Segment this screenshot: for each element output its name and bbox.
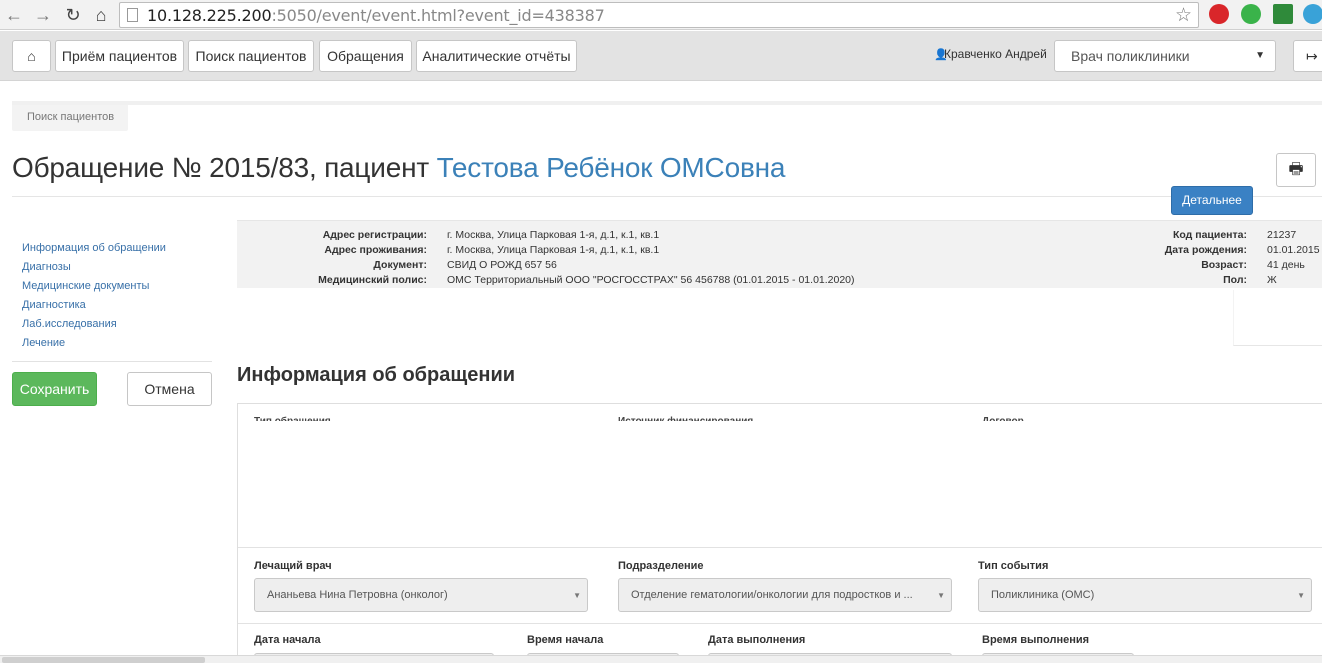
caret-down-icon: ▼ [937, 591, 945, 600]
department-select[interactable]: Отделение гематологии/онкологии для подр… [618, 578, 952, 612]
home-icon: ⌂ [27, 48, 36, 64]
divider [12, 101, 1322, 105]
adblock-extension-icon[interactable] [1209, 4, 1229, 24]
horizontal-scrollbar[interactable] [0, 655, 1322, 663]
sidebar-item-treatment[interactable]: Лечение [22, 335, 166, 354]
current-user[interactable]: 👤Кравченко Андрей [934, 47, 1047, 61]
event-type-label: Тип обращения [254, 416, 331, 421]
caret-down-icon: ▼ [1255, 50, 1265, 61]
print-icon: 🖶 [1288, 161, 1304, 178]
patient-name: Тестова Ребёнок ОМСовна [436, 152, 786, 183]
sidebar-item-event-info[interactable]: Информация об обращении [22, 240, 166, 259]
nav-events[interactable]: Обращения [319, 40, 412, 72]
puzzle-extension-icon[interactable] [1273, 4, 1293, 24]
logout-button[interactable]: ↦ [1293, 40, 1322, 72]
sidebar-item-diagnostics[interactable]: Диагностика [22, 297, 166, 316]
reload-icon[interactable]: ↻ [62, 4, 84, 26]
start-time-label: Время начала [527, 634, 604, 646]
logout-icon: ↦ [1306, 48, 1318, 64]
home-button[interactable]: ⌂ [12, 40, 51, 72]
browser-toolbar: ← → ↻ ⌂ 10.128.225.200:5050/event/event.… [0, 0, 1322, 30]
nav-patient-reception[interactable]: Приём пациентов [55, 40, 184, 72]
divider [238, 547, 1322, 548]
role-select[interactable]: Врач поликлиники ▼ [1054, 40, 1276, 72]
department-label: Подразделение [618, 560, 704, 572]
info-panel-extension [1233, 290, 1322, 346]
funding-source-label: Источник финансирования [618, 416, 753, 421]
forward-arrow-icon[interactable]: → [32, 4, 54, 26]
address-bar[interactable]: 10.128.225.200:5050/event/event.html?eve… [119, 2, 1199, 28]
event-form: Тип обращения Источник финансирования До… [237, 403, 1322, 663]
completion-time-label: Время выполнения [982, 634, 1090, 646]
bookmark-star-icon[interactable]: ☆ [1175, 4, 1192, 27]
user-icon: 👤 [934, 49, 948, 61]
section-title: Информация об обращении [237, 364, 516, 386]
caret-down-icon: ▼ [573, 591, 581, 600]
print-button[interactable]: 🖶 [1276, 153, 1316, 187]
scrollbar-thumb[interactable] [2, 657, 205, 663]
cancel-button[interactable]: Отмена [127, 372, 212, 406]
save-button[interactable]: Сохранить [12, 372, 97, 406]
nav-analytic-reports[interactable]: Аналитические отчёты [416, 40, 577, 72]
sidebar-item-diagnoses[interactable]: Диагнозы [22, 259, 166, 278]
page-icon [127, 8, 138, 22]
sidebar-item-lab-tests[interactable]: Лаб.исследования [22, 316, 166, 335]
sidebar-nav: Информация об обращении Диагнозы Медицин… [22, 240, 166, 354]
patient-info-panel: Адрес регистрации: г. Москва, Улица Парк… [237, 220, 1322, 288]
page-title: Обращение № 2015/83, пациент Тестова Реб… [12, 152, 786, 183]
attending-doctor-label: Лечащий врач [254, 560, 332, 572]
back-arrow-icon[interactable]: ← [3, 4, 25, 26]
details-button[interactable]: Детальнее [1171, 186, 1253, 215]
event-type-select[interactable]: Поликлиника (ОМС) ▼ [978, 578, 1312, 612]
start-date-label: Дата начала [254, 634, 321, 646]
address-url: 10.128.225.200:5050/event/event.html?eve… [147, 6, 605, 25]
caret-down-icon: ▼ [1297, 591, 1305, 600]
breadcrumb[interactable]: Поиск пациентов [12, 105, 128, 131]
browser-home-icon[interactable]: ⌂ [90, 4, 112, 26]
app-navbar: ⌂ Приём пациентов Поиск пациентов Обраще… [0, 31, 1322, 81]
completion-date-label: Дата выполнения [708, 634, 806, 646]
contract-label: Договор [982, 416, 1024, 421]
event-type-field-label: Тип события [978, 560, 1049, 572]
sync-extension-icon[interactable] [1303, 4, 1322, 24]
sidebar-item-medical-documents[interactable]: Медицинские документы [22, 278, 166, 297]
divider [238, 623, 1322, 624]
green-extension-icon[interactable] [1241, 4, 1261, 24]
attending-doctor-select[interactable]: Ананьева Нина Петровна (онколог) ▼ [254, 578, 588, 612]
nav-patient-search[interactable]: Поиск пациентов [188, 40, 314, 72]
divider [12, 196, 1322, 197]
divider [12, 361, 212, 362]
